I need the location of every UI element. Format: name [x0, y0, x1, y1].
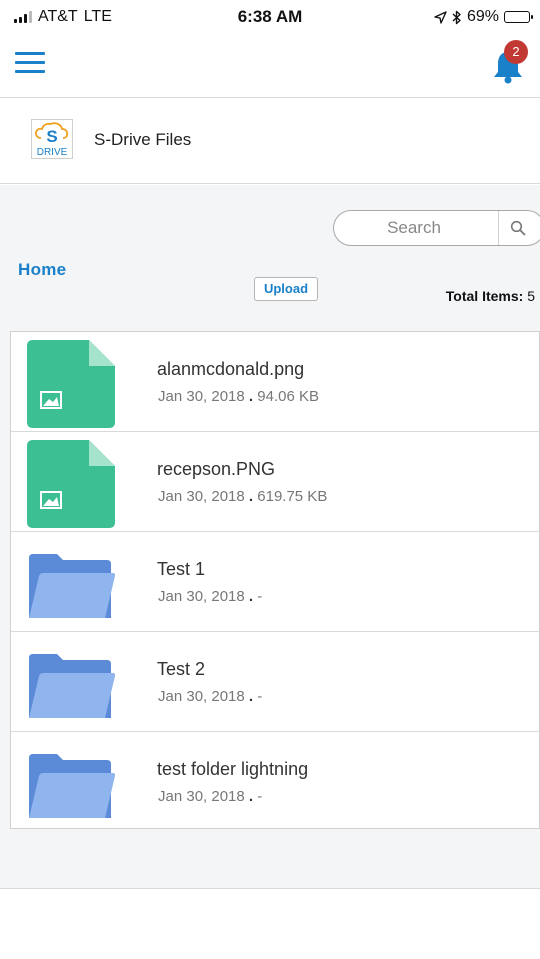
meta-separator: .	[248, 588, 254, 605]
file-size: 94.06 KB	[257, 388, 319, 405]
location-arrow-icon	[434, 10, 447, 24]
logo-text: DRIVE	[37, 147, 68, 158]
file-name: Test 1	[157, 559, 206, 579]
meta-separator: .	[248, 788, 254, 805]
top-nav: 2	[0, 34, 540, 98]
file-name: alanmcdonald.png	[157, 359, 305, 379]
image-file-icon	[27, 440, 115, 528]
file-row[interactable]: alanmcdonald.png Jan 30, 2018 . 94.06 KB	[11, 332, 539, 432]
file-date: Jan 30, 2018	[158, 788, 245, 805]
files-panel: Home Upload Total Items: 5 alanmcdonald.…	[0, 185, 540, 889]
file-meta: Jan 30, 2018 . -	[158, 688, 262, 705]
file-row[interactable]: Test 2 Jan 30, 2018 . -	[11, 632, 539, 732]
battery-icon	[504, 11, 533, 23]
file-size: -	[257, 588, 263, 605]
breadcrumb-home[interactable]: Home	[18, 260, 66, 280]
file-meta: Jan 30, 2018 . -	[158, 588, 262, 605]
battery-percent: 69%	[466, 8, 499, 25]
meta-separator: .	[248, 388, 254, 405]
file-row[interactable]: Test 1 Jan 30, 2018 . -	[11, 532, 539, 632]
file-row[interactable]: test folder lightning Jan 30, 2018 . -	[11, 732, 539, 832]
file-size: -	[257, 688, 263, 705]
file-size: 619.75 KB	[257, 488, 328, 505]
total-items-count: 5	[527, 288, 535, 304]
file-meta: Jan 30, 2018 . 94.06 KB	[158, 388, 319, 405]
folder-icon	[29, 554, 115, 618]
search-input[interactable]	[334, 218, 494, 238]
search-icon	[510, 220, 525, 236]
notification-badge: 2	[504, 40, 528, 64]
meta-separator: .	[248, 488, 254, 505]
file-date: Jan 30, 2018	[158, 388, 245, 405]
image-file-icon	[27, 340, 115, 428]
file-name: recepson.PNG	[157, 459, 276, 479]
file-name: Test 2	[157, 659, 206, 679]
app-header: S DRIVE S-Drive Files	[0, 98, 540, 184]
svg-text:S: S	[46, 127, 57, 146]
file-size: -	[257, 788, 263, 805]
file-meta: Jan 30, 2018 . -	[158, 788, 262, 805]
file-meta: Jan 30, 2018 . 619.75 KB	[158, 488, 327, 505]
file-date: Jan 30, 2018	[158, 488, 245, 505]
folder-icon	[29, 754, 115, 818]
file-date: Jan 30, 2018	[158, 588, 245, 605]
upload-button[interactable]: Upload	[254, 277, 318, 301]
status-bar: AT&T LTE 6:38 AM 69%	[0, 0, 540, 34]
status-right: 69%	[434, 8, 533, 26]
file-name: test folder lightning	[157, 759, 309, 779]
s-drive-logo: S DRIVE	[31, 119, 73, 159]
menu-icon[interactable]	[15, 52, 45, 74]
file-list: alanmcdonald.png Jan 30, 2018 . 94.06 KB…	[10, 331, 540, 829]
file-date: Jan 30, 2018	[158, 688, 245, 705]
folder-icon	[29, 654, 115, 718]
search-box	[333, 210, 540, 246]
file-row[interactable]: recepson.PNG Jan 30, 2018 . 619.75 KB	[11, 432, 539, 532]
total-items-label: Total Items:	[445, 288, 524, 304]
app-title: S-Drive Files	[94, 130, 192, 149]
search-button[interactable]	[498, 211, 536, 245]
bluetooth-icon	[452, 10, 461, 24]
meta-separator: .	[248, 688, 254, 705]
notifications-button[interactable]: 2	[490, 40, 528, 84]
total-items: Total Items: 5	[446, 288, 535, 304]
